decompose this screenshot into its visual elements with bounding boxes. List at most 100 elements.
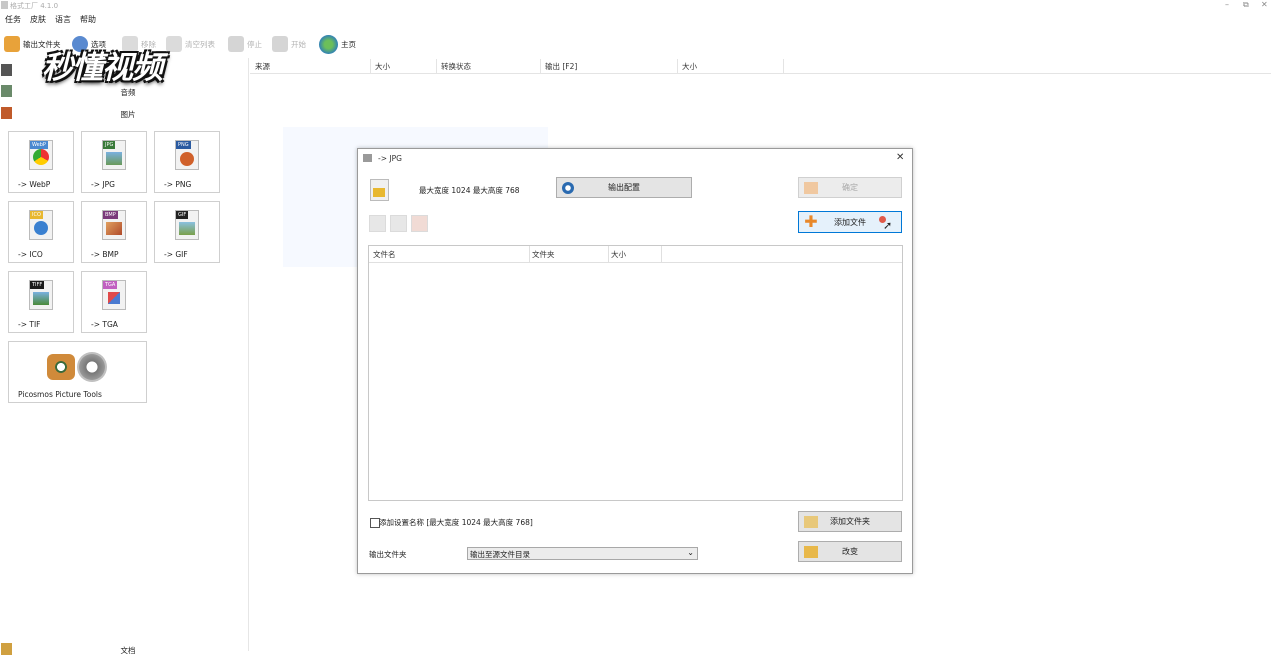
menu-bar: 任务 皮肤 语言 帮助 xyxy=(0,13,1271,27)
bmp-icon: BMP xyxy=(102,210,126,240)
ok-button[interactable]: 确定 xyxy=(798,177,902,198)
dialog-title: -> JPG xyxy=(378,154,402,163)
tile-label: -> GIF xyxy=(164,250,188,259)
stop-label: 停止 xyxy=(247,39,262,49)
start-icon xyxy=(272,36,288,52)
menu-skin[interactable]: 皮肤 xyxy=(30,14,46,25)
tile-label: Picosmos Picture Tools xyxy=(18,390,102,399)
menu-language[interactable]: 语言 xyxy=(55,14,71,25)
category-audio[interactable]: 音频 xyxy=(0,87,256,98)
output-folder-label: 输出文件夹 xyxy=(369,550,407,559)
add-folder-icon xyxy=(804,515,818,528)
task-list-header: 来源 大小 转换状态 输出 [F2] 大小 xyxy=(250,59,1271,74)
app-title: 格式工厂 4.1.0 xyxy=(10,2,59,10)
clear-icon xyxy=(166,36,182,52)
col-filename[interactable]: 文件名 xyxy=(373,249,396,260)
start-button[interactable]: 开始 xyxy=(272,32,306,56)
tga-icon: TGA xyxy=(102,280,126,310)
clear-label: 清空列表 xyxy=(185,39,215,49)
menu-help[interactable]: 帮助 xyxy=(80,14,96,25)
toolbar: 输出文件夹 选项 移除 清空列表 停止 开始 主页 xyxy=(0,29,1271,57)
convert-dialog: -> JPG ✕ 最大宽度 1024 最大高度 768 输出配置 确定 ✚ 添加… xyxy=(357,148,913,574)
stop-icon xyxy=(228,36,244,52)
category-image[interactable]: 图片 xyxy=(0,109,256,120)
output-config-button[interactable]: 输出配置 xyxy=(556,177,692,198)
picosmos-icon xyxy=(47,352,107,382)
tile-webp[interactable]: WebP -> WebP xyxy=(8,131,74,193)
tile-label: -> TGA xyxy=(91,320,118,329)
tile-gif[interactable]: GIF -> GIF xyxy=(154,201,220,263)
clear-list-button[interactable]: 清空列表 xyxy=(166,32,215,56)
menu-task[interactable]: 任务 xyxy=(5,14,21,25)
jpg-file-icon xyxy=(370,179,389,201)
dialog-icon xyxy=(363,154,372,162)
col-output[interactable]: 输出 [F2] xyxy=(545,61,577,72)
close-icon[interactable]: ✕ xyxy=(896,152,904,163)
change-folder-icon xyxy=(804,545,818,558)
jpg-icon: JPG xyxy=(102,140,126,170)
tile-picosmos[interactable]: Picosmos Picture Tools xyxy=(8,341,147,403)
chevron-down-icon: ⌄ xyxy=(687,548,694,557)
output-folder-value: 输出至源文件目录 xyxy=(470,550,530,559)
app-icon xyxy=(1,1,8,9)
cursor-icon: ➚ xyxy=(883,219,893,232)
add-setting-label: 添加设置名称 [最大宽度 1024 最大高度 768] xyxy=(379,518,533,527)
jpg-tag: JPG xyxy=(103,141,116,149)
col-size[interactable]: 大小 xyxy=(375,61,390,72)
gif-tag: GIF xyxy=(176,211,189,219)
tile-tga[interactable]: TGA -> TGA xyxy=(81,271,147,333)
bmp-tag: BMP xyxy=(103,211,118,219)
ok-icon xyxy=(804,181,818,194)
minimize-icon[interactable]: – xyxy=(1225,0,1229,9)
tile-ico[interactable]: ICO -> ICO xyxy=(8,201,74,263)
tile-jpg[interactable]: JPG -> JPG xyxy=(81,131,147,193)
png-tag: PNG xyxy=(176,141,191,149)
tga-tag: TGA xyxy=(103,281,118,289)
tile-bmp[interactable]: BMP -> BMP xyxy=(81,201,147,263)
tile-png[interactable]: PNG -> PNG xyxy=(154,131,220,193)
tile-label: -> PNG xyxy=(164,180,192,189)
tile-tif[interactable]: TIFF -> TIF xyxy=(8,271,74,333)
webp-icon: WebP xyxy=(29,140,53,170)
close-icon[interactable]: ✕ xyxy=(1261,0,1268,9)
output-config-label: 输出配置 xyxy=(608,183,640,192)
change-label: 改变 xyxy=(842,547,858,556)
move-up-icon[interactable] xyxy=(369,215,386,232)
globe-icon xyxy=(319,34,338,54)
home-label: 主页 xyxy=(341,39,356,49)
ico-tag: ICO xyxy=(30,211,43,219)
col-output-size[interactable]: 大小 xyxy=(682,61,697,72)
config-icon xyxy=(562,181,574,194)
size-info: 最大宽度 1024 最大高度 768 xyxy=(419,186,520,195)
change-button[interactable]: 改变 xyxy=(798,541,902,562)
start-label: 开始 xyxy=(291,39,306,49)
col-size[interactable]: 大小 xyxy=(611,249,626,260)
ico-icon: ICO xyxy=(29,210,53,240)
stop-button[interactable]: 停止 xyxy=(228,32,262,56)
folder-icon xyxy=(4,36,20,52)
tif-icon: TIFF xyxy=(29,280,53,310)
restore-icon[interactable]: ⧉ xyxy=(1243,0,1249,10)
title-bar: 格式工厂 4.1.0 – ⧉ ✕ xyxy=(0,0,1271,12)
home-button[interactable]: 主页 xyxy=(319,32,356,56)
add-file-button[interactable]: ✚ 添加文件 ➚ xyxy=(798,211,902,233)
col-source[interactable]: 来源 xyxy=(255,61,270,72)
move-down-icon[interactable] xyxy=(390,215,407,232)
tile-label: -> ICO xyxy=(18,250,43,259)
ok-label: 确定 xyxy=(842,183,858,192)
col-status[interactable]: 转换状态 xyxy=(441,61,471,72)
video-icon[interactable] xyxy=(1,64,12,76)
tile-label: -> BMP xyxy=(91,250,119,259)
file-table: 文件名 文件夹 大小 xyxy=(368,245,903,501)
tif-tag: TIFF xyxy=(30,281,45,289)
add-folder-label: 添加文件夹 xyxy=(830,517,870,526)
tile-label: -> JPG xyxy=(91,180,115,189)
output-folder-select[interactable]: 输出至源文件目录 ⌄ xyxy=(467,547,698,560)
watermark-logo: 秒懂视频 xyxy=(42,50,163,86)
add-file-label: 添加文件 xyxy=(834,217,866,227)
add-folder-button[interactable]: 添加文件夹 xyxy=(798,511,902,532)
col-folder[interactable]: 文件夹 xyxy=(532,249,555,260)
tile-label: -> TIF xyxy=(18,320,41,329)
plus-icon: ✚ xyxy=(804,212,818,231)
delete-icon[interactable] xyxy=(411,215,428,232)
